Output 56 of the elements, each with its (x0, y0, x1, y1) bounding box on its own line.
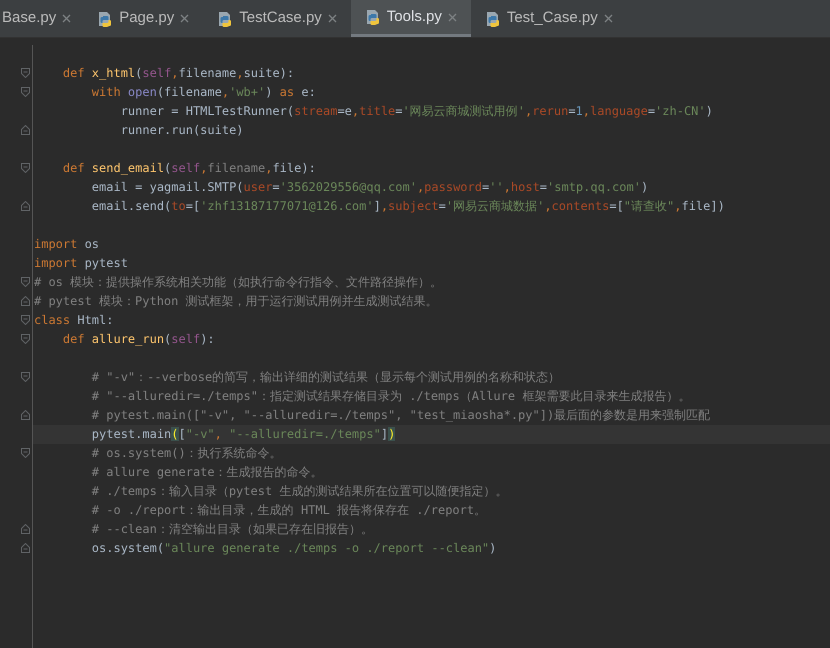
code-line: class Html: (33, 313, 114, 327)
code-line: # "--alluredir=./temps"：指定测试结果存储目录为 ./temps（Allure 框架需要此目录来生成报告）。 (90, 389, 690, 403)
code-line: # os 模块：提供操作系统相关功能（如执行命令行指令、文件路径操作）。 (33, 275, 442, 289)
code-line: def send_email(self,filename,file): (62, 161, 316, 175)
python-file-icon (364, 9, 381, 25)
fold-marker-icon[interactable] (21, 315, 30, 325)
fold-marker-icon[interactable] (21, 372, 30, 382)
code-line: with open(filename,'wb+') as e: (90, 85, 316, 99)
code-line: import os (33, 237, 100, 251)
code-line: pytest.main(["-v", "--alluredir=./temps"]) (90, 427, 396, 441)
code-line: # pytest.main(["-v", "--alluredir=./temps", "test_miaosha*.py"])最后面的参数是用来强制匹配 (90, 408, 710, 422)
fold-marker-icon[interactable] (21, 87, 30, 97)
fold-marker-icon[interactable] (21, 543, 30, 553)
close-icon[interactable] (448, 12, 457, 22)
code-line: import pytest (33, 256, 128, 270)
fold-marker-icon[interactable] (21, 296, 30, 306)
editor-tab[interactable]: Page.py (83, 0, 204, 37)
editor-tab[interactable]: TestCase.py (203, 0, 351, 37)
close-icon[interactable] (180, 14, 190, 23)
fold-marker-icon[interactable] (21, 448, 30, 458)
fold-marker-icon[interactable] (21, 163, 30, 173)
fold-marker-icon[interactable] (21, 68, 30, 78)
close-icon[interactable] (328, 14, 337, 23)
python-file-icon (217, 10, 234, 26)
close-icon[interactable] (604, 14, 613, 23)
tab-label: Page.py (119, 8, 174, 28)
code-line: # pytest 模块：Python 测试框架，用于运行测试用例并生成测试结果。 (33, 294, 438, 308)
fold-marker-icon[interactable] (21, 201, 30, 211)
editor-tab[interactable]: Tools.py (350, 0, 471, 37)
fold-marker-icon[interactable] (21, 410, 30, 420)
code-line: def x_html(self,filename,suite): (62, 66, 294, 80)
code-line: # ./temps：输入目录（pytest 生成的测试结果所在位置可以随便指定）。 (90, 484, 508, 498)
python-file-icon (97, 10, 114, 26)
code-line: os.system("allure generate ./temps -o ./report --clean") (90, 541, 496, 555)
code-line: runner.run(suite) (120, 123, 244, 137)
code-line: # os.system()：执行系统命令。 (90, 446, 282, 460)
code-line: # "-v"：--verbose的简写，输出详细的测试结果（显示每个测试用例的名称和状态） (90, 370, 560, 384)
tab-label: Base.py (2, 8, 56, 28)
code-line: email = yagmail.SMTP(user='3562029556@qq.com',password='',host='smtp.qq.com') (90, 180, 648, 194)
tab-label: Test_Case.py (506, 8, 598, 28)
fold-marker-icon[interactable] (21, 277, 30, 287)
fold-marker-icon[interactable] (21, 524, 30, 534)
code-line: # --clean：清空输出目录（如果已存在旧报告）。 (90, 522, 373, 536)
code-line: runner = HTMLTestRunner(stream=e,title='网易云商城测试用例',rerun=1,language='zh-CN') (120, 104, 713, 118)
editor-tab[interactable]: Test_Case.py (470, 0, 627, 37)
close-icon[interactable] (62, 14, 72, 23)
editor-tab[interactable]: Base.py (0, 0, 84, 37)
python-file-icon (484, 10, 501, 26)
tab-label: Tools.py (386, 6, 442, 27)
tab-label: TestCase.py (239, 8, 322, 28)
fold-marker-icon[interactable] (21, 334, 30, 344)
code-line: # allure generate：生成报告的命令。 (90, 465, 323, 479)
code-line: def allure_run(self): (62, 332, 215, 346)
code-line: # -o ./report：输出目录，生成的 HTML 报告将保存在 ./report。 (90, 503, 486, 517)
fold-marker-icon[interactable] (21, 125, 30, 135)
code-line: email.send(to=['zhf13187177071@126.com'],subject='网易云商城数据',contents=["请查收",file]) (90, 199, 725, 213)
